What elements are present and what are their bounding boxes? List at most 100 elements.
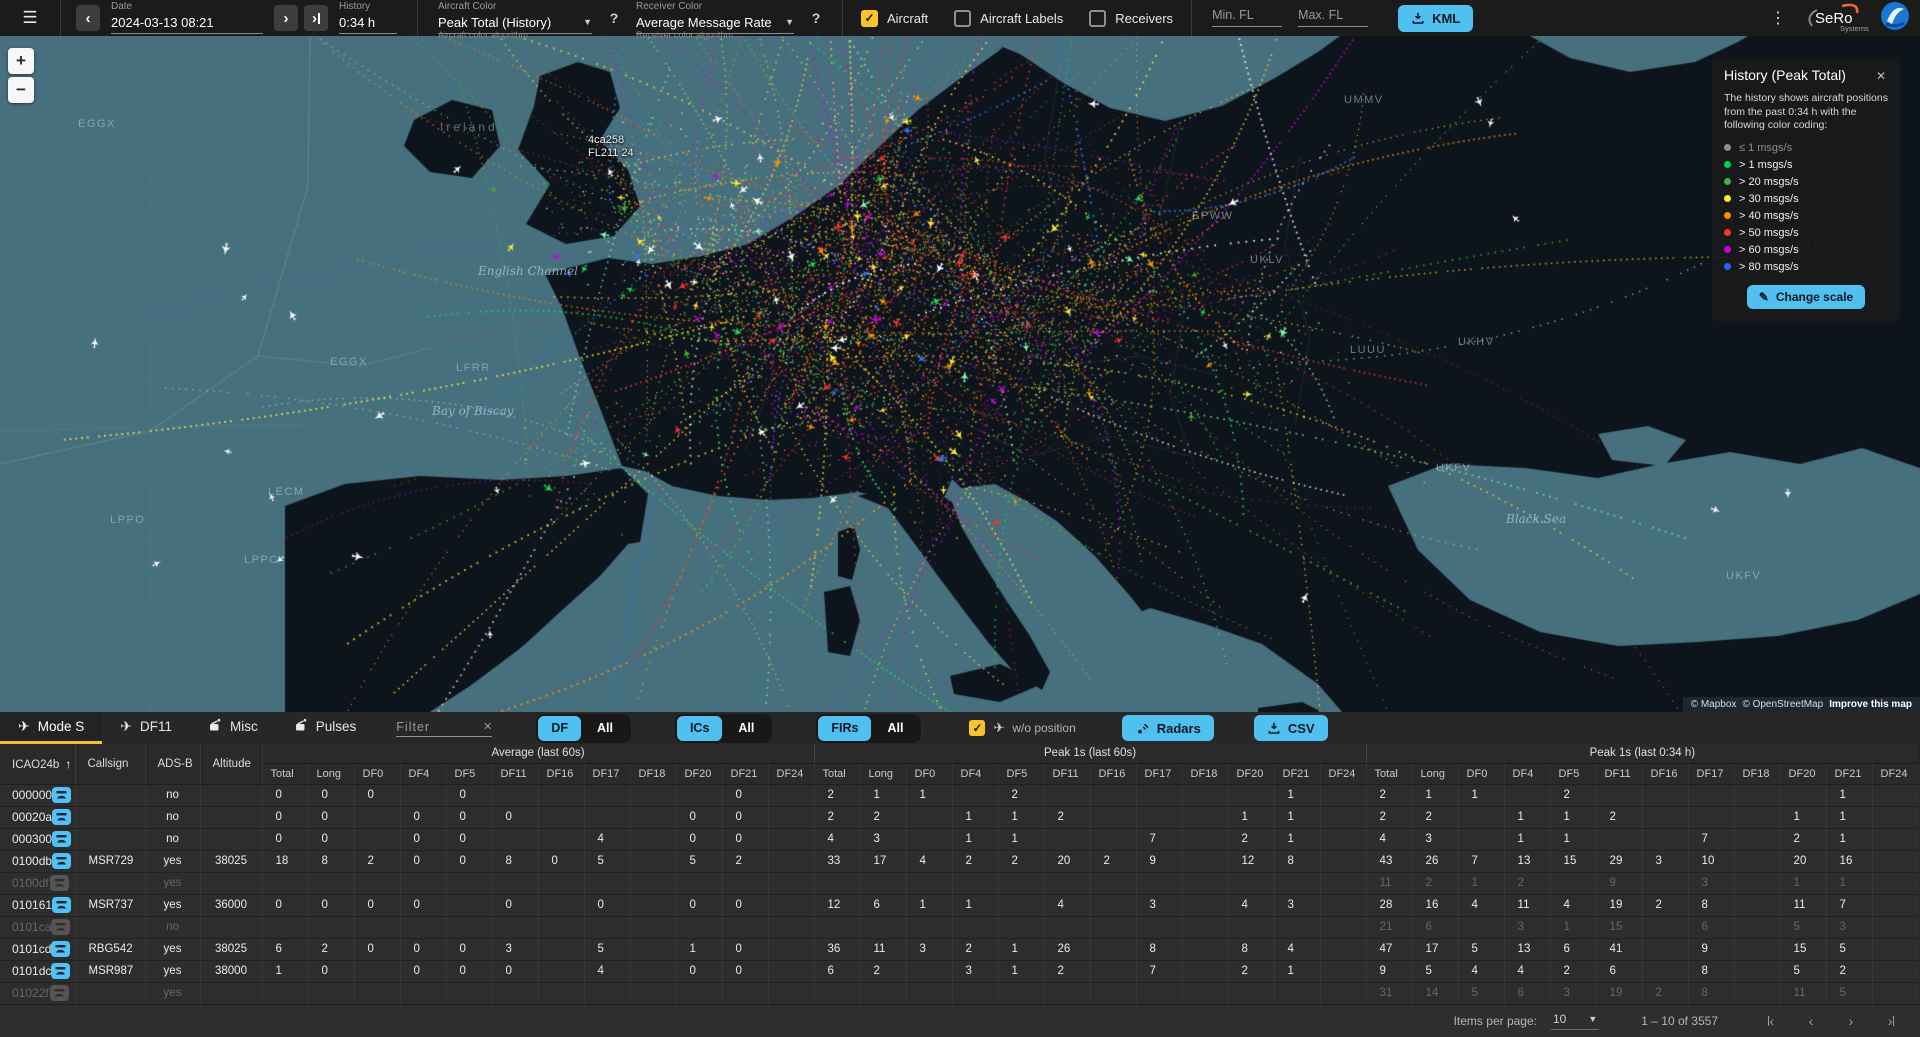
sub-header-df17[interactable]: DF17 xyxy=(1688,763,1734,784)
sub-header-df24[interactable]: DF24 xyxy=(1872,763,1918,784)
date-last-button[interactable]: › xyxy=(304,5,328,31)
map-canvas[interactable] xyxy=(0,36,1920,712)
sub-header-df18[interactable]: DF18 xyxy=(1182,763,1228,784)
tab-misc[interactable]: Misc xyxy=(190,712,276,744)
history-value[interactable]: 0:34 h xyxy=(339,16,397,34)
receiver-view-button[interactable] xyxy=(50,985,69,1001)
table-row[interactable]: 0101cdRBG542yes3802562000351036113212688… xyxy=(0,938,1918,960)
toggle-firs-all-button[interactable]: All xyxy=(871,716,919,741)
sub-header-df5[interactable]: DF5 xyxy=(1550,763,1596,784)
table-row[interactable]: 01022fyes31145631928115 xyxy=(0,982,1918,1004)
receiver-view-button[interactable] xyxy=(52,831,71,847)
date-prev-button[interactable]: ‹ xyxy=(76,5,100,31)
clear-filter-icon[interactable]: ✕ xyxy=(483,720,492,733)
sub-header-total[interactable]: Total xyxy=(1366,763,1412,784)
change-scale-button[interactable]: ✎ Change scale xyxy=(1747,285,1865,309)
column-header-altitude[interactable]: Altitude xyxy=(200,744,262,784)
sub-header-df20[interactable]: DF20 xyxy=(1228,763,1274,784)
sub-header-df17[interactable]: DF17 xyxy=(584,763,630,784)
sub-header-df16[interactable]: DF16 xyxy=(1090,763,1136,784)
sub-header-df11[interactable]: DF11 xyxy=(492,763,538,784)
sub-header-df21[interactable]: DF21 xyxy=(1274,763,1320,784)
sub-header-df20[interactable]: DF20 xyxy=(676,763,722,784)
close-icon[interactable]: ✕ xyxy=(1874,67,1888,85)
tab-df11[interactable]: ✈DF11 xyxy=(102,712,190,744)
checkbox-aircraft-labels[interactable]: Aircraft Labels xyxy=(954,10,1063,27)
sub-header-df4[interactable]: DF4 xyxy=(952,763,998,784)
checkbox-box[interactable] xyxy=(954,10,971,27)
receiver-view-button[interactable] xyxy=(51,963,70,979)
kml-download-button[interactable]: KML xyxy=(1398,5,1473,32)
checkbox-box[interactable] xyxy=(1089,10,1106,27)
receiver-view-button[interactable] xyxy=(50,875,69,891)
max-fl-input[interactable]: Max. FL xyxy=(1298,9,1368,27)
date-next-button[interactable]: › xyxy=(274,5,298,31)
table-row[interactable]: 010161MSR737yes3600000000000126114343281… xyxy=(0,894,1918,916)
sub-header-df16[interactable]: DF16 xyxy=(1642,763,1688,784)
table-row[interactable]: 000000no000002112121121 xyxy=(0,784,1918,806)
sub-header-df11[interactable]: DF11 xyxy=(1044,763,1090,784)
aircraft-tag[interactable]: 4ca258 FL211 24 xyxy=(588,134,634,160)
sub-header-total[interactable]: Total xyxy=(262,763,308,784)
sub-header-df0[interactable]: DF0 xyxy=(906,763,952,784)
sub-header-df18[interactable]: DF18 xyxy=(630,763,676,784)
zoom-out-button[interactable]: − xyxy=(8,77,34,103)
first-page-button[interactable]: ‹ xyxy=(1758,1008,1784,1034)
wo-position-checkbox[interactable]: ✓ xyxy=(969,720,985,736)
sub-header-df20[interactable]: DF20 xyxy=(1780,763,1826,784)
receiver-view-button[interactable] xyxy=(52,897,71,913)
receiver-view-button[interactable] xyxy=(52,809,71,825)
max-fl-field[interactable]: Max. FL xyxy=(1298,9,1368,27)
items-per-page-select[interactable]: 10 ▼ xyxy=(1551,1012,1599,1030)
table-row[interactable]: 0101dcMSR987yes3800010000400623127219544… xyxy=(0,960,1918,982)
toggle-df-button[interactable]: DF xyxy=(538,716,581,741)
table-row[interactable]: 000300no000040043117214311721 xyxy=(0,828,1918,850)
hamburger-menu-icon[interactable]: ☰ xyxy=(12,0,48,36)
filter-input[interactable] xyxy=(396,720,483,734)
receiver-view-button[interactable] xyxy=(52,853,71,869)
table-row[interactable]: 0101cano2163115653 xyxy=(0,916,1918,938)
table-row[interactable]: 0100dbMSR729yes3802518820080552331742220… xyxy=(0,850,1918,872)
sub-header-df0[interactable]: DF0 xyxy=(1458,763,1504,784)
column-header-ads-b[interactable]: ADS-B xyxy=(145,744,200,784)
sub-header-df24[interactable]: DF24 xyxy=(1320,763,1366,784)
table-row[interactable]: 0100dfyes112129311 xyxy=(0,872,1918,894)
sub-header-df18[interactable]: DF18 xyxy=(1734,763,1780,784)
zoom-in-button[interactable]: + xyxy=(8,48,34,74)
sub-header-df4[interactable]: DF4 xyxy=(400,763,446,784)
sub-header-long[interactable]: Long xyxy=(860,763,906,784)
sub-header-df0[interactable]: DF0 xyxy=(354,763,400,784)
checkbox-box[interactable]: ✓ xyxy=(861,10,878,27)
filter-field[interactable]: ✕ xyxy=(396,720,492,737)
column-header-callsign[interactable]: Callsign xyxy=(75,744,145,784)
receiver-color-select[interactable]: Receiver Color Average Message Rate▼ Rec… xyxy=(636,2,794,34)
radars-button[interactable]: Radars xyxy=(1122,715,1214,741)
sub-header-df17[interactable]: DF17 xyxy=(1136,763,1182,784)
prev-page-button[interactable]: ‹ xyxy=(1798,1008,1824,1034)
sub-header-long[interactable]: Long xyxy=(308,763,354,784)
aircraft-color-select[interactable]: Aircraft Color Peak Total (History)▼ Air… xyxy=(438,2,592,34)
csv-download-button[interactable]: CSV xyxy=(1254,715,1328,741)
aircraft-color-help-icon[interactable]: ? xyxy=(606,10,622,26)
checkbox-aircraft[interactable]: ✓Aircraft xyxy=(861,10,928,27)
osm-attribution[interactable]: © OpenStreetMap xyxy=(1742,699,1823,710)
tab-pulses[interactable]: Pulses xyxy=(276,712,375,744)
tab-mode-s[interactable]: ✈Mode S xyxy=(0,712,102,744)
receiver-color-help-icon[interactable]: ? xyxy=(808,10,824,26)
sub-header-df4[interactable]: DF4 xyxy=(1504,763,1550,784)
min-fl-field[interactable]: Min. FL xyxy=(1212,9,1282,27)
sub-header-df21[interactable]: DF21 xyxy=(1826,763,1872,784)
date-value[interactable]: 2024-03-13 08:21 xyxy=(111,16,263,34)
history-field[interactable]: History 0:34 h xyxy=(339,2,397,34)
receiver-view-button[interactable] xyxy=(52,787,71,803)
sub-header-df21[interactable]: DF21 xyxy=(722,763,768,784)
last-page-button[interactable]: › xyxy=(1878,1008,1904,1034)
date-field[interactable]: Date 2024-03-13 08:21 xyxy=(111,2,263,34)
receiver-view-button[interactable] xyxy=(51,941,70,957)
mapbox-attribution[interactable]: © Mapbox xyxy=(1691,699,1737,710)
kebab-menu-icon[interactable]: ⋮ xyxy=(1762,8,1794,28)
wo-position-filter[interactable]: ✓ ✈ w/o position xyxy=(969,720,1075,736)
improve-map-link[interactable]: Improve this map xyxy=(1829,699,1912,710)
sub-header-total[interactable]: Total xyxy=(814,763,860,784)
column-header-icao24b[interactable]: ICAO24b↑ xyxy=(0,744,75,784)
